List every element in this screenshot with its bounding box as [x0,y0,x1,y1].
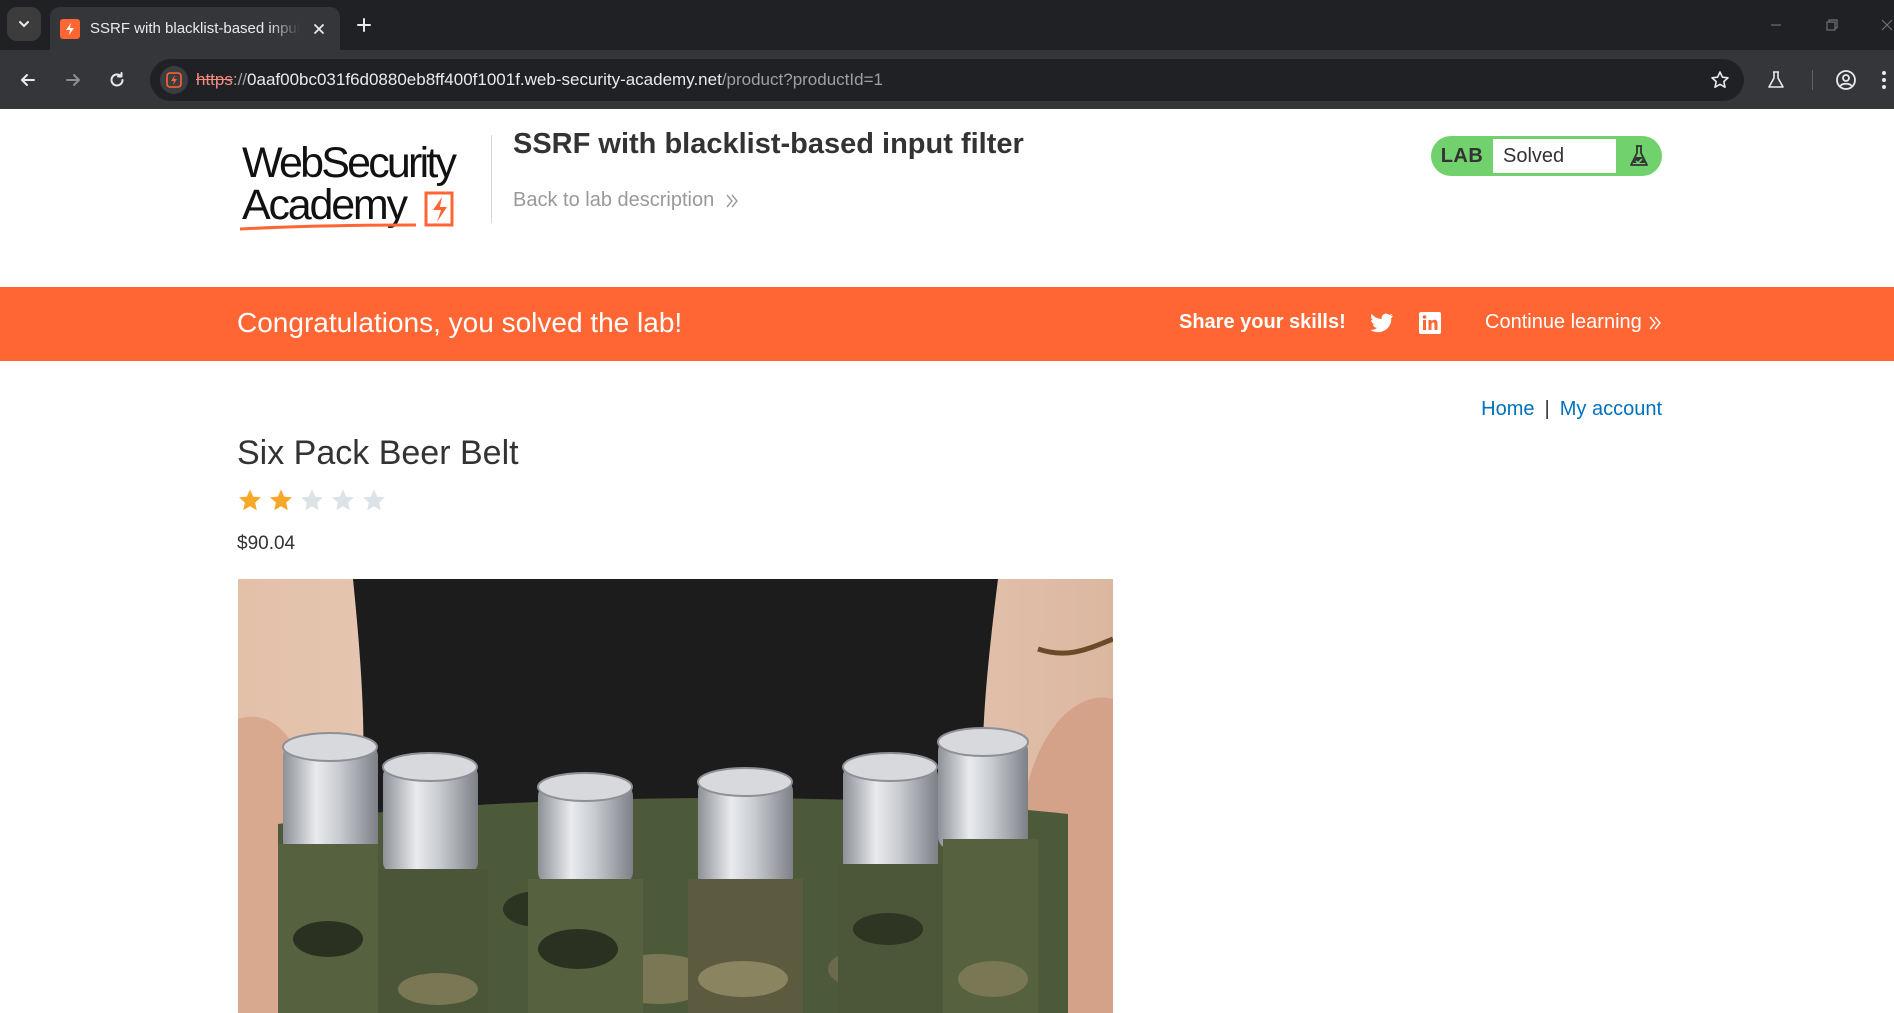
twitter-share-button[interactable] [1369,310,1395,336]
product-price: $90.04 [237,533,296,554]
star-outline-icon [1711,71,1729,88]
page-content: WebSecurity Academy SSRF with blacklist-… [0,109,1894,1013]
double-chevron-right-icon [724,193,740,209]
profile-button[interactable] [1831,65,1861,95]
url-text[interactable]: https://0aaf00bc031f6d0880eb8ff400f1001f… [196,70,883,90]
product-title: Six Pack Beer Belt [237,434,519,472]
forward-button[interactable] [58,65,88,95]
logo-line1: WebSecurity [242,139,457,187]
address-bar[interactable]: https://0aaf00bc031f6d0880eb8ff400f1001f… [150,59,1744,101]
arrow-left-icon [21,74,35,86]
lab-title: SSRF with blacklist-based input filter [513,128,1024,160]
minimize-button[interactable] [1763,12,1789,38]
flask-icon [1768,71,1784,88]
new-tab-button[interactable] [350,11,378,39]
back-button[interactable] [13,65,43,95]
star-empty-icon [363,489,385,511]
congratulations-message: Congratulations, you solved the lab! [237,307,683,338]
browser-menu-button[interactable] [1874,65,1894,95]
profile-icon [1836,70,1856,90]
double-chevron-right-icon [1648,315,1662,331]
tab-title: SSRF with blacklist-based input filter [90,20,300,37]
active-tab[interactable]: SSRF with blacklist-based input filter [50,7,340,50]
product-rating [237,488,387,514]
continue-learning-link[interactable]: Continue learning [1485,311,1662,334]
home-link[interactable]: Home [1481,398,1534,420]
lab-status-widget: LAB Solved [1431,136,1662,176]
site-info-icon[interactable] [160,66,188,94]
minimize-icon [1771,24,1781,26]
close-window-icon [1881,19,1893,31]
solved-banner: Congratulations, you solved the lab! Sha… [0,287,1894,361]
back-to-lab-description-link[interactable]: Back to lab description [513,189,740,212]
product-image [238,579,1113,1013]
nav-separator: | [1544,398,1550,420]
top-navigation: Home | My account [1481,398,1662,421]
twitter-icon [1370,313,1393,333]
lab-solved-flask-icon [1616,136,1662,176]
my-account-link[interactable]: My account [1560,398,1662,420]
bookmark-button[interactable] [1708,68,1732,92]
arrow-right-icon [66,74,80,86]
plus-icon [357,18,371,32]
logo-line2: Academy [242,181,409,229]
star-empty-icon [301,489,323,511]
star-empty-icon [332,489,354,511]
logo-divider [491,135,492,223]
lab-favicon-icon [60,18,80,39]
web-security-academy-logo[interactable]: WebSecurity Academy [238,133,488,233]
url-path: /product?productId=1 [721,70,883,89]
reload-button[interactable] [102,65,132,95]
tab-close-button[interactable] [308,18,330,40]
toolbar-separator [1812,70,1813,90]
star-filled-icon [239,489,261,511]
close-window-button[interactable] [1874,12,1894,38]
url-scheme: https [196,70,233,89]
close-icon [314,23,324,34]
url-host: 0aaf00bc031f6d0880eb8ff400f1001f.web-sec… [247,70,722,89]
star-filled-icon [270,489,292,511]
lab-tag: LAB [1440,144,1484,167]
back-link-label: Back to lab description [513,189,715,211]
lab-header: WebSecurity Academy SSRF with blacklist-… [0,109,1894,287]
browser-toolbar: https://0aaf00bc031f6d0880eb8ff400f1001f… [0,50,1894,109]
restore-icon [1826,19,1838,31]
kebab-menu-icon [1882,71,1886,89]
labs-button[interactable] [1761,65,1791,95]
share-skills-label: Share your skills! [1179,311,1346,333]
tab-search-button[interactable] [7,7,41,41]
url-separator: :// [232,70,248,89]
lab-status-text: Solved [1493,139,1616,173]
linkedin-icon [1419,312,1441,334]
linkedin-share-button[interactable] [1417,310,1443,336]
reload-icon [110,72,124,87]
continue-learning-label: Continue learning [1485,311,1642,333]
chevron-down-icon [19,21,29,28]
browser-tab-strip: SSRF with blacklist-based input filter [0,0,1894,50]
restore-button[interactable] [1819,12,1845,38]
